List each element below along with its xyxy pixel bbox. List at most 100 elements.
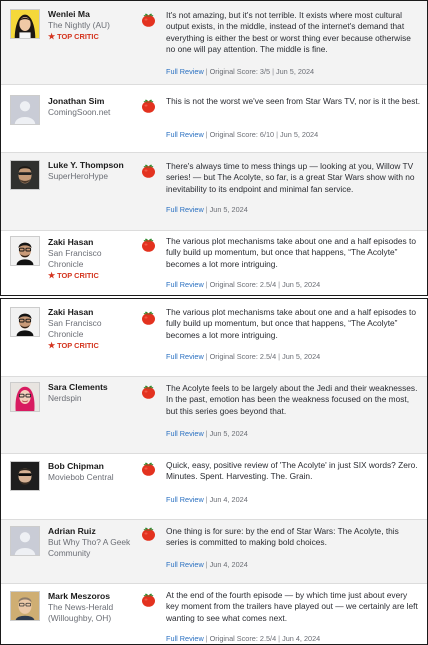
review-date: Jun 5, 2024 bbox=[282, 352, 321, 361]
publication-link[interactable]: Moviebob Central bbox=[48, 472, 138, 483]
review-date: Jun 4, 2024 bbox=[282, 634, 321, 643]
top-critic-label: TOP CRITIC bbox=[57, 32, 99, 41]
star-icon: ★ bbox=[48, 271, 56, 280]
fresh-tomato-icon bbox=[141, 97, 156, 113]
publication-link[interactable]: ComingSoon.net bbox=[48, 107, 138, 118]
publication-link[interactable]: SuperHeroHype bbox=[48, 171, 138, 182]
top-critic-label: TOP CRITIC bbox=[57, 271, 99, 280]
publication-link[interactable]: But Why Tho? A Geek Community bbox=[48, 537, 138, 559]
publication-link[interactable]: The Nightly (AU) bbox=[48, 20, 138, 31]
original-score: Original Score: 2.5/4 bbox=[209, 280, 277, 289]
review-row: Bob Chipman Moviebob Central Quick, easy, … bbox=[1, 454, 427, 519]
separator: | bbox=[205, 280, 208, 289]
critic-name-link[interactable]: Sara Clements bbox=[48, 382, 138, 393]
critic-info: Jonathan Sim ComingSoon.net bbox=[48, 96, 138, 118]
full-review-link[interactable]: Full Review bbox=[166, 634, 204, 643]
full-review-link[interactable]: Full Review bbox=[166, 280, 204, 289]
separator: | bbox=[205, 67, 208, 76]
fresh-tomato-icon bbox=[141, 525, 156, 541]
review-row: Zaki Hasan San Francisco Chronicle ★ TOP CR… bbox=[1, 231, 427, 295]
critic-photo-avatar[interactable] bbox=[10, 236, 40, 266]
original-score: Original Score: 6/10 bbox=[209, 130, 275, 139]
separator: | bbox=[205, 205, 208, 214]
review-quote: At the end of the fourth episode — by wh… bbox=[166, 590, 418, 623]
full-review-link[interactable]: Full Review bbox=[166, 560, 204, 569]
critic-photo-avatar[interactable] bbox=[10, 382, 40, 412]
review-date: Jun 4, 2024 bbox=[209, 495, 248, 504]
fresh-tomato-icon bbox=[141, 460, 156, 476]
review-date: Jun 5, 2024 bbox=[282, 280, 321, 289]
review-row: Adrian Ruiz But Why Tho? A Geek Community… bbox=[1, 520, 427, 583]
critic-info: Mark Meszoros The News-Herald (Willoughby… bbox=[48, 591, 138, 624]
critic-name-link[interactable]: Luke Y. Thompson bbox=[48, 160, 138, 171]
full-review-link[interactable]: Full Review bbox=[166, 352, 204, 361]
publication-link[interactable]: The News-Herald (Willoughby, OH) bbox=[48, 602, 138, 624]
critic-info: Wenlei Ma The Nightly (AU) ★ TOP CRITIC bbox=[48, 9, 138, 42]
critic-photo-avatar[interactable] bbox=[10, 461, 40, 491]
reviews-panel-top: Wenlei Ma The Nightly (AU) ★ TOP CRITIC It's… bbox=[0, 0, 428, 296]
original-score: Original Score: 3/5 bbox=[209, 67, 271, 76]
critic-info: Adrian Ruiz But Why Tho? A Geek Community bbox=[48, 526, 138, 559]
critic-info: Zaki Hasan San Francisco Chronicle ★ TOP CR… bbox=[48, 237, 138, 281]
critic-info: Zaki Hasan San Francisco Chronicle ★ TOP CR… bbox=[48, 307, 138, 351]
review-quote: It's not amazing, but it's not terrible.… bbox=[166, 10, 411, 54]
fresh-tomato-icon bbox=[141, 11, 156, 27]
critic-name-link[interactable]: Zaki Hasan bbox=[48, 307, 138, 318]
separator: | bbox=[205, 495, 208, 504]
review-meta: Full Review | Jun 5, 2024 bbox=[166, 429, 248, 438]
review-meta: Full Review | Original Score: 6/10 | Jun 5, … bbox=[166, 130, 318, 139]
critic-photo-avatar[interactable] bbox=[10, 160, 40, 190]
review-meta: Full Review | Original Score: 2.5/4 | Jun 5,… bbox=[166, 280, 320, 289]
review-quote: The Acolyte feels to be largely about th… bbox=[166, 383, 418, 416]
review-date: Jun 5, 2024 bbox=[209, 205, 248, 214]
separator: | bbox=[205, 352, 208, 361]
reviews-panel-bottom: Zaki Hasan San Francisco Chronicle ★ TOP CR… bbox=[0, 298, 428, 645]
top-critic-badge: ★ TOP CRITIC bbox=[48, 271, 138, 281]
critic-name-link[interactable]: Adrian Ruiz bbox=[48, 526, 138, 537]
critic-info: Luke Y. Thompson SuperHeroHype bbox=[48, 160, 138, 182]
critic-name-link[interactable]: Mark Meszoros bbox=[48, 591, 138, 602]
review-meta: Full Review | Original Score: 2.5/4 | Jun 5,… bbox=[166, 352, 320, 361]
review-date: Jun 4, 2024 bbox=[209, 560, 248, 569]
critic-photo-avatar[interactable] bbox=[10, 9, 40, 39]
full-review-link[interactable]: Full Review bbox=[166, 205, 204, 214]
placeholder-avatar[interactable] bbox=[10, 526, 40, 556]
critic-name-link[interactable]: Zaki Hasan bbox=[48, 237, 138, 248]
separator: | bbox=[205, 429, 208, 438]
placeholder-avatar[interactable] bbox=[10, 95, 40, 125]
review-row: Jonathan Sim ComingSoon.net This is not th… bbox=[1, 85, 427, 152]
fresh-tomato-icon bbox=[141, 591, 156, 607]
review-meta: Full Review | Jun 4, 2024 bbox=[166, 495, 248, 504]
review-quote: This is not the worst we've seen from St… bbox=[166, 96, 421, 106]
full-review-link[interactable]: Full Review bbox=[166, 495, 204, 504]
publication-link[interactable]: San Francisco Chronicle bbox=[48, 318, 138, 340]
original-score: Original Score: 2.5/4 bbox=[209, 352, 277, 361]
fresh-tomato-icon bbox=[141, 309, 156, 325]
full-review-link[interactable]: Full Review bbox=[166, 67, 204, 76]
review-meta: Full Review | Jun 4, 2024 bbox=[166, 560, 248, 569]
review-row: Wenlei Ma The Nightly (AU) ★ TOP CRITIC It's… bbox=[1, 1, 427, 84]
separator: | bbox=[205, 634, 208, 643]
separator: | bbox=[276, 130, 279, 139]
critic-name-link[interactable]: Jonathan Sim bbox=[48, 96, 138, 107]
critic-info: Bob Chipman Moviebob Central bbox=[48, 461, 138, 483]
publication-link[interactable]: Nerdspin bbox=[48, 393, 138, 404]
review-row: Zaki Hasan San Francisco Chronicle ★ TOP CR… bbox=[1, 299, 427, 376]
star-icon: ★ bbox=[48, 32, 56, 41]
full-review-link[interactable]: Full Review bbox=[166, 130, 204, 139]
top-critic-badge: ★ TOP CRITIC bbox=[48, 32, 138, 42]
fresh-tomato-icon bbox=[141, 162, 156, 178]
critic-name-link[interactable]: Wenlei Ma bbox=[48, 9, 138, 20]
review-date: Jun 5, 2024 bbox=[275, 67, 315, 76]
original-score: Original Score: 2.5/4 bbox=[209, 634, 277, 643]
separator: | bbox=[278, 352, 281, 361]
critic-photo-avatar[interactable] bbox=[10, 307, 40, 337]
review-meta: Full Review | Original Score: 2.5/4 | Jun 4,… bbox=[166, 634, 320, 643]
critic-photo-avatar[interactable] bbox=[10, 591, 40, 621]
review-meta: Full Review | Original Score: 3/5 | Jun 5, 2… bbox=[166, 67, 314, 76]
critic-name-link[interactable]: Bob Chipman bbox=[48, 461, 138, 472]
full-review-link[interactable]: Full Review bbox=[166, 429, 204, 438]
top-critic-badge: ★ TOP CRITIC bbox=[48, 341, 138, 351]
review-date: Jun 5, 2024 bbox=[209, 429, 248, 438]
publication-link[interactable]: San Francisco Chronicle bbox=[48, 248, 138, 270]
